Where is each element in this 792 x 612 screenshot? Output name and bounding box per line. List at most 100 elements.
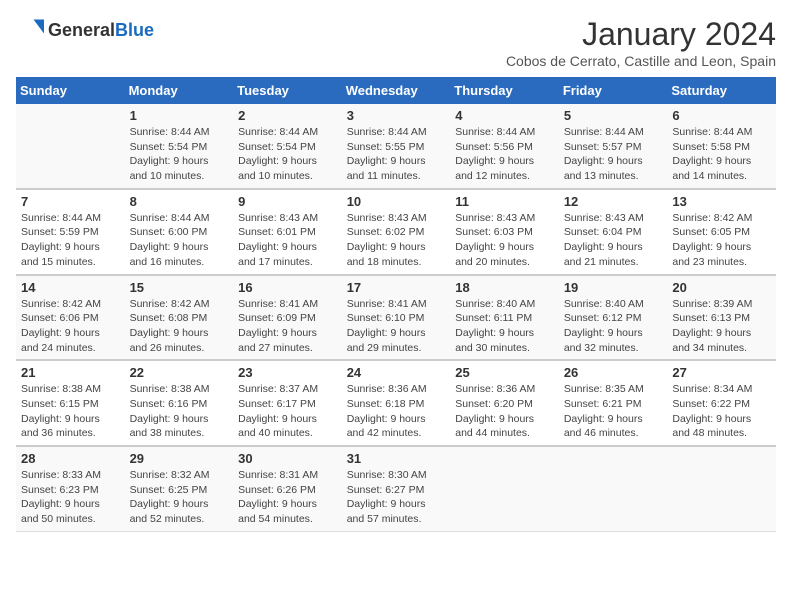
day-number: 22 (130, 365, 229, 380)
day-number: 19 (564, 280, 663, 295)
weekday-header-monday: Monday (125, 77, 234, 104)
calendar-cell: 10 Sunrise: 8:43 AMSunset: 6:02 PMDayligh… (342, 189, 451, 275)
day-number: 20 (672, 280, 771, 295)
calendar-cell: 16 Sunrise: 8:41 AMSunset: 6:09 PMDayligh… (233, 275, 342, 361)
day-detail: Sunrise: 8:39 AMSunset: 6:13 PMDaylight:… (672, 297, 771, 356)
day-detail: Sunrise: 8:42 AMSunset: 6:08 PMDaylight:… (130, 297, 229, 356)
day-detail: Sunrise: 8:38 AMSunset: 6:15 PMDaylight:… (21, 382, 120, 441)
day-detail: Sunrise: 8:33 AMSunset: 6:23 PMDaylight:… (21, 468, 120, 527)
calendar-cell (667, 446, 776, 531)
day-detail: Sunrise: 8:31 AMSunset: 6:26 PMDaylight:… (238, 468, 337, 527)
calendar-cell: 21 Sunrise: 8:38 AMSunset: 6:15 PMDayligh… (16, 360, 125, 446)
calendar-cell (559, 446, 668, 531)
weekday-header-friday: Friday (559, 77, 668, 104)
day-detail: Sunrise: 8:42 AMSunset: 6:05 PMDaylight:… (672, 211, 771, 270)
day-detail: Sunrise: 8:44 AMSunset: 5:57 PMDaylight:… (564, 125, 663, 184)
day-number: 10 (347, 194, 446, 209)
calendar-table: SundayMondayTuesdayWednesdayThursdayFrid… (16, 77, 776, 532)
day-number: 3 (347, 108, 446, 123)
calendar-cell: 28Sunrise: 8:33 AMSunset: 6:23 PMDayligh… (16, 446, 125, 531)
day-number: 31 (347, 451, 446, 466)
day-number: 12 (564, 194, 663, 209)
day-number: 21 (21, 365, 120, 380)
location-subtitle: Cobos de Cerrato, Castille and Leon, Spa… (506, 53, 776, 69)
calendar-cell: 5 Sunrise: 8:44 AMSunset: 5:57 PMDaylight… (559, 104, 668, 189)
day-number: 16 (238, 280, 337, 295)
calendar-week-row: 28Sunrise: 8:33 AMSunset: 6:23 PMDayligh… (16, 446, 776, 531)
calendar-cell: 15 Sunrise: 8:42 AMSunset: 6:08 PMDayligh… (125, 275, 234, 361)
day-number: 1 (130, 108, 229, 123)
day-number: 24 (347, 365, 446, 380)
calendar-week-row: 1 Sunrise: 8:44 AMSunset: 5:54 PMDaylight… (16, 104, 776, 189)
calendar-cell: 19Sunrise: 8:40 AMSunset: 6:12 PMDayligh… (559, 275, 668, 361)
calendar-cell: 23 Sunrise: 8:37 AMSunset: 6:17 PMDayligh… (233, 360, 342, 446)
calendar-cell: 1 Sunrise: 8:44 AMSunset: 5:54 PMDaylight… (125, 104, 234, 189)
calendar-cell (450, 446, 559, 531)
day-number: 9 (238, 194, 337, 209)
calendar-cell: 31 Sunrise: 8:30 AMSunset: 6:27 PMDayligh… (342, 446, 451, 531)
day-detail: Sunrise: 8:44 AMSunset: 5:56 PMDaylight:… (455, 125, 554, 184)
calendar-cell: 12 Sunrise: 8:43 AMSunset: 6:04 PMDayligh… (559, 189, 668, 275)
day-number: 29 (130, 451, 229, 466)
day-detail: Sunrise: 8:37 AMSunset: 6:17 PMDaylight:… (238, 382, 337, 441)
day-number: 7 (21, 194, 120, 209)
day-detail: Sunrise: 8:41 AMSunset: 6:09 PMDaylight:… (238, 297, 337, 356)
calendar-cell: 17 Sunrise: 8:41 AMSunset: 6:10 PMDayligh… (342, 275, 451, 361)
calendar-cell: 20 Sunrise: 8:39 AMSunset: 6:13 PMDayligh… (667, 275, 776, 361)
calendar-cell: 22 Sunrise: 8:38 AMSunset: 6:16 PMDayligh… (125, 360, 234, 446)
day-detail: Sunrise: 8:38 AMSunset: 6:16 PMDaylight:… (130, 382, 229, 441)
day-detail: Sunrise: 8:44 AMSunset: 5:54 PMDaylight:… (238, 125, 337, 184)
day-number: 30 (238, 451, 337, 466)
day-number: 4 (455, 108, 554, 123)
day-detail: Sunrise: 8:34 AMSunset: 6:22 PMDaylight:… (672, 382, 771, 441)
weekday-header-tuesday: Tuesday (233, 77, 342, 104)
logo: GeneralBlue (16, 16, 154, 44)
day-detail: Sunrise: 8:36 AMSunset: 6:18 PMDaylight:… (347, 382, 446, 441)
calendar-cell: 4 Sunrise: 8:44 AMSunset: 5:56 PMDaylight… (450, 104, 559, 189)
day-detail: Sunrise: 8:43 AMSunset: 6:04 PMDaylight:… (564, 211, 663, 270)
calendar-cell: 6 Sunrise: 8:44 AMSunset: 5:58 PMDaylight… (667, 104, 776, 189)
calendar-week-row: 14Sunrise: 8:42 AMSunset: 6:06 PMDayligh… (16, 275, 776, 361)
calendar-cell: 11Sunrise: 8:43 AMSunset: 6:03 PMDayligh… (450, 189, 559, 275)
calendar-cell: 8Sunrise: 8:44 AMSunset: 6:00 PMDaylight… (125, 189, 234, 275)
day-number: 23 (238, 365, 337, 380)
weekday-header-wednesday: Wednesday (342, 77, 451, 104)
calendar-cell: 13 Sunrise: 8:42 AMSunset: 6:05 PMDayligh… (667, 189, 776, 275)
calendar-cell: 27Sunrise: 8:34 AMSunset: 6:22 PMDayligh… (667, 360, 776, 446)
day-number: 26 (564, 365, 663, 380)
day-detail: Sunrise: 8:43 AMSunset: 6:03 PMDaylight:… (455, 211, 554, 270)
day-number: 17 (347, 280, 446, 295)
day-detail: Sunrise: 8:44 AMSunset: 5:58 PMDaylight:… (672, 125, 771, 184)
calendar-cell: 29 Sunrise: 8:32 AMSunset: 6:25 PMDayligh… (125, 446, 234, 531)
calendar-week-row: 21 Sunrise: 8:38 AMSunset: 6:15 PMDayligh… (16, 360, 776, 446)
day-number: 15 (130, 280, 229, 295)
calendar-cell: 3Sunrise: 8:44 AMSunset: 5:55 PMDaylight… (342, 104, 451, 189)
calendar-cell: 14Sunrise: 8:42 AMSunset: 6:06 PMDayligh… (16, 275, 125, 361)
day-number: 8 (130, 194, 229, 209)
day-number: 6 (672, 108, 771, 123)
day-detail: Sunrise: 8:36 AMSunset: 6:20 PMDaylight:… (455, 382, 554, 441)
day-number: 13 (672, 194, 771, 209)
day-number: 5 (564, 108, 663, 123)
month-year-title: January 2024 (506, 16, 776, 53)
calendar-cell: 25Sunrise: 8:36 AMSunset: 6:20 PMDayligh… (450, 360, 559, 446)
day-number: 14 (21, 280, 120, 295)
calendar-week-row: 7Sunrise: 8:44 AMSunset: 5:59 PMDaylight… (16, 189, 776, 275)
day-detail: Sunrise: 8:40 AMSunset: 6:11 PMDaylight:… (455, 297, 554, 356)
day-detail: Sunrise: 8:35 AMSunset: 6:21 PMDaylight:… (564, 382, 663, 441)
day-number: 2 (238, 108, 337, 123)
calendar-cell: 30 Sunrise: 8:31 AMSunset: 6:26 PMDayligh… (233, 446, 342, 531)
day-detail: Sunrise: 8:30 AMSunset: 6:27 PMDaylight:… (347, 468, 446, 527)
day-detail: Sunrise: 8:43 AMSunset: 6:02 PMDaylight:… (347, 211, 446, 270)
day-detail: Sunrise: 8:32 AMSunset: 6:25 PMDaylight:… (130, 468, 229, 527)
logo-blue-text: Blue (115, 20, 154, 40)
day-detail: Sunrise: 8:43 AMSunset: 6:01 PMDaylight:… (238, 211, 337, 270)
weekday-header-saturday: Saturday (667, 77, 776, 104)
weekday-header-thursday: Thursday (450, 77, 559, 104)
day-detail: Sunrise: 8:41 AMSunset: 6:10 PMDaylight:… (347, 297, 446, 356)
page-header: GeneralBlue January 2024 Cobos de Cerrat… (16, 16, 776, 69)
weekday-header-row: SundayMondayTuesdayWednesdayThursdayFrid… (16, 77, 776, 104)
calendar-cell: 24 Sunrise: 8:36 AMSunset: 6:18 PMDayligh… (342, 360, 451, 446)
calendar-cell: 18Sunrise: 8:40 AMSunset: 6:11 PMDayligh… (450, 275, 559, 361)
day-detail: Sunrise: 8:44 AMSunset: 5:54 PMDaylight:… (130, 125, 229, 184)
